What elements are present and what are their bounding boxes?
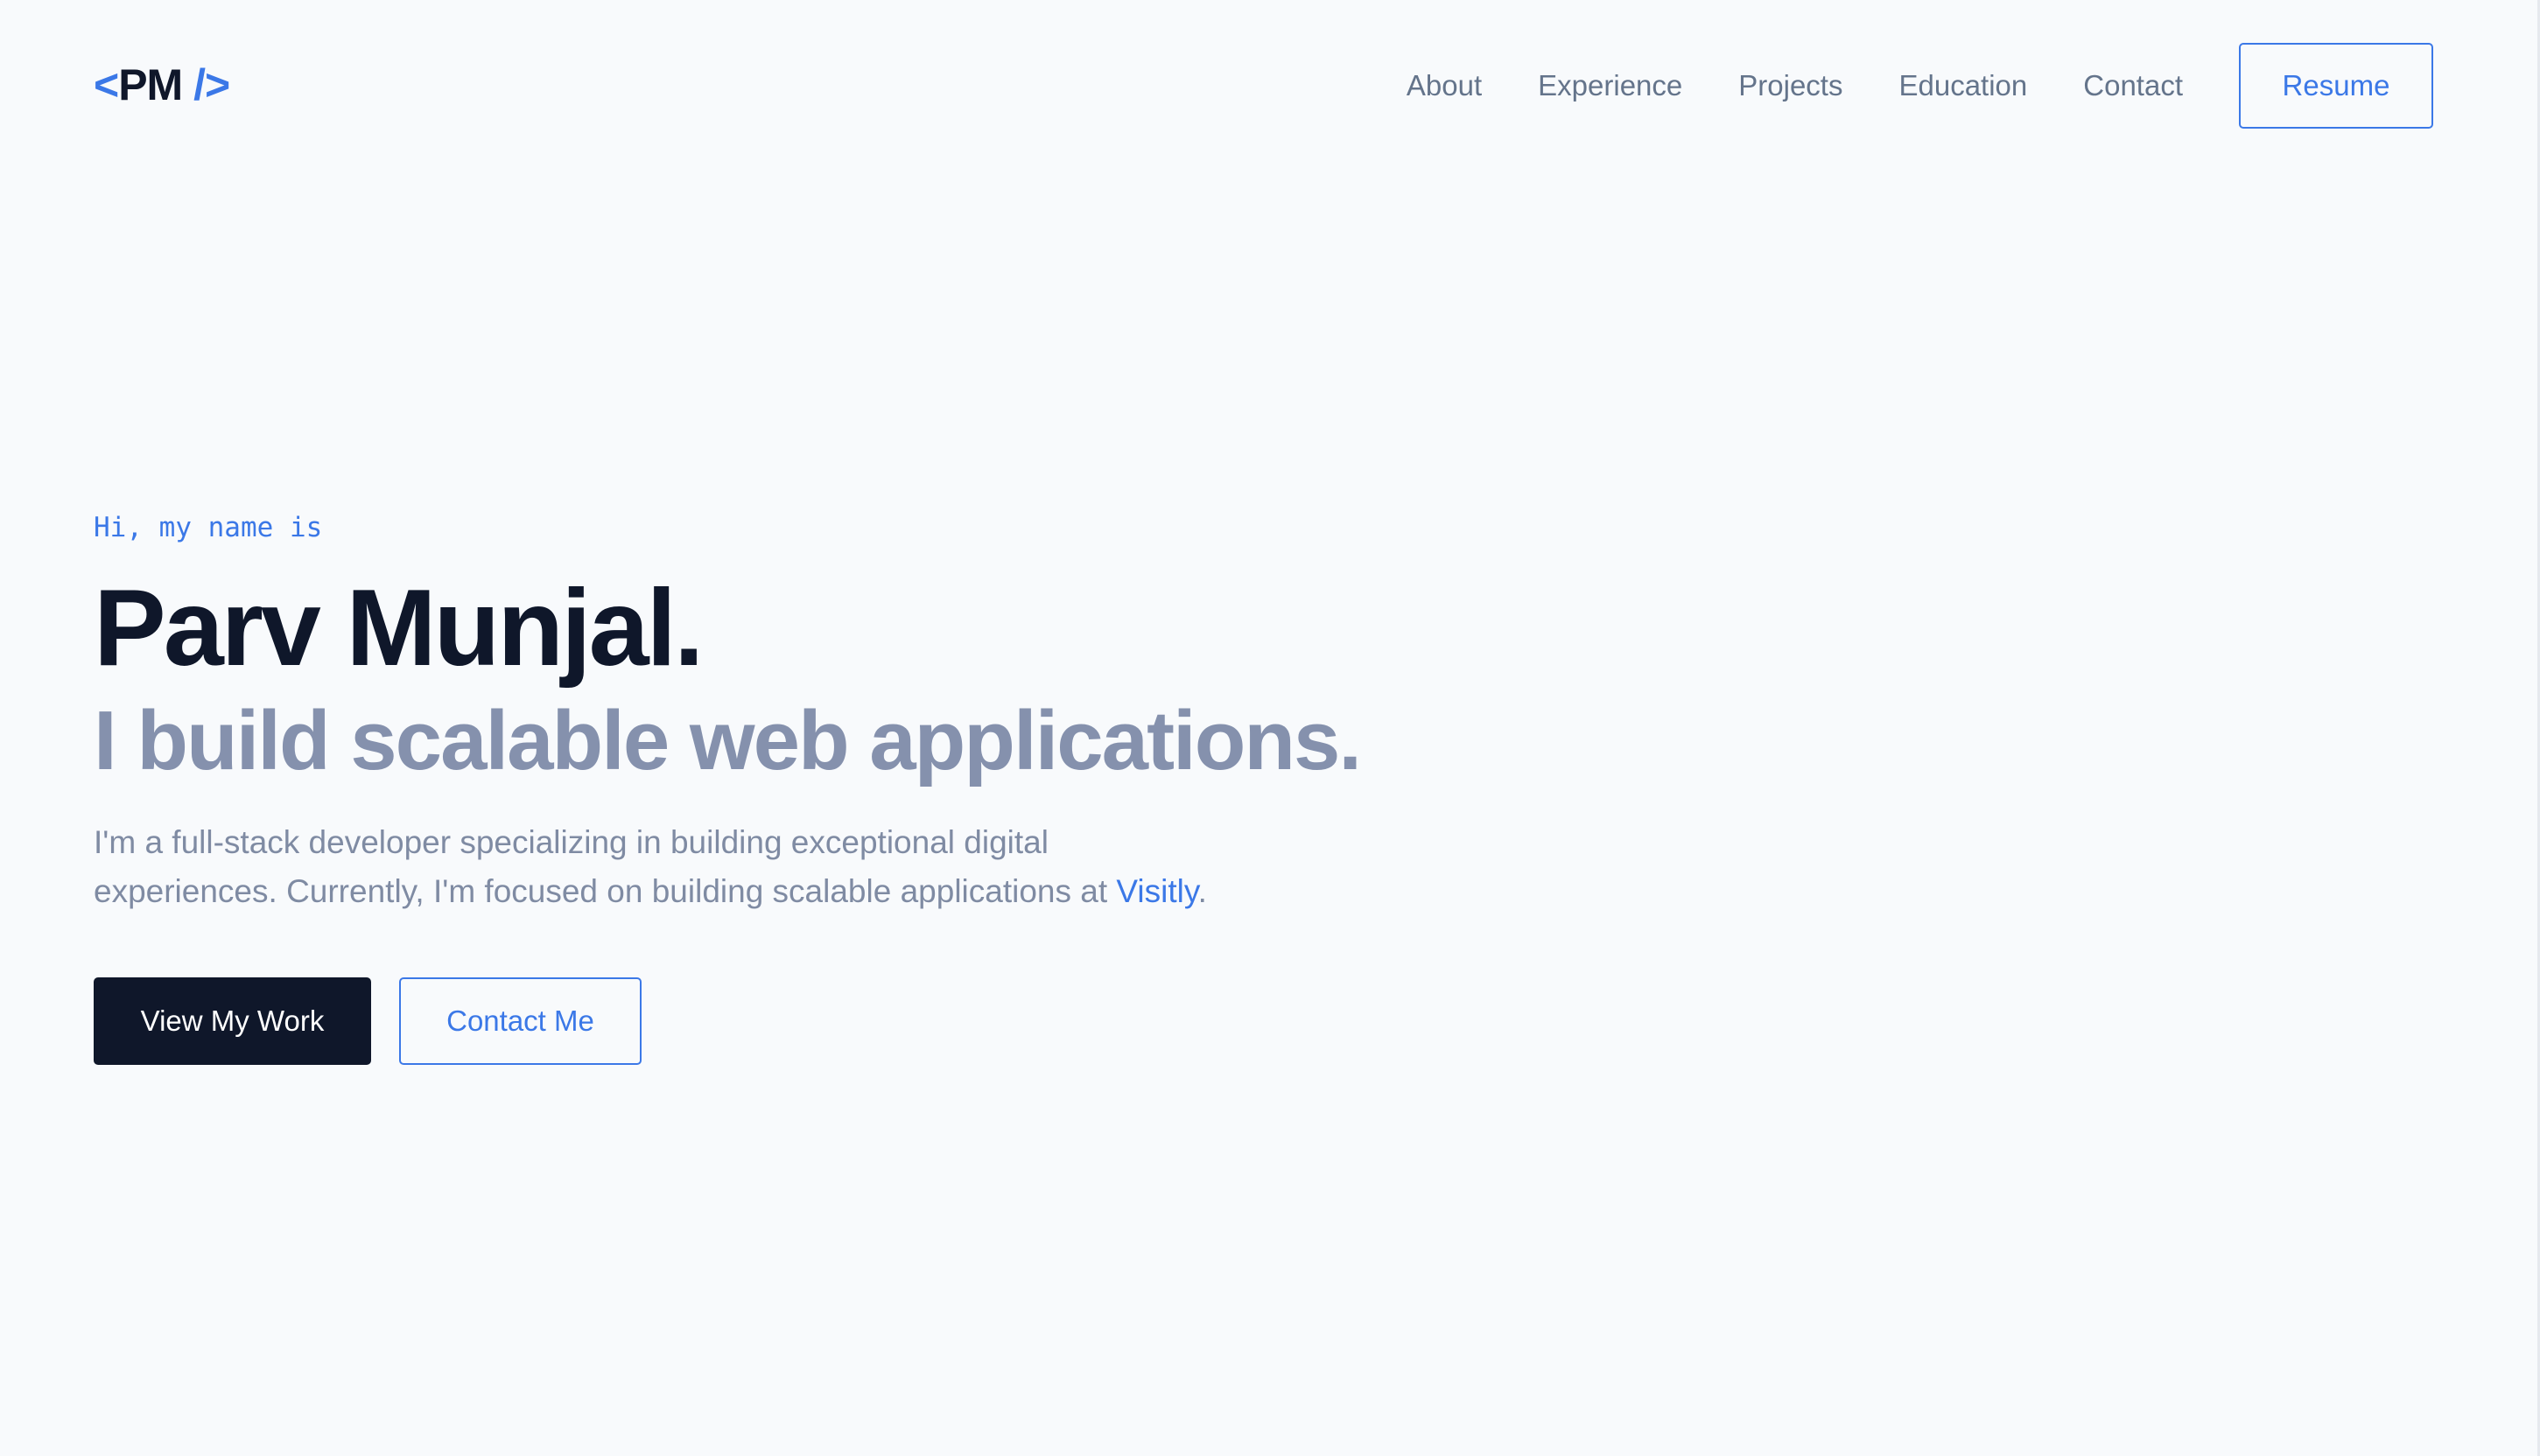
contact-me-button[interactable]: Contact Me	[399, 977, 642, 1065]
view-my-work-button[interactable]: View My Work	[94, 977, 371, 1065]
hero-bio: I'm a full-stack developer specializing …	[94, 818, 1214, 916]
top-navigation: <PM /> About Experience Projects Educati…	[0, 0, 2540, 172]
logo[interactable]: <PM />	[94, 57, 230, 113]
company-link[interactable]: Visitly	[1116, 873, 1197, 909]
hero-greeting: Hi, my name is	[94, 512, 323, 543]
hero-tagline: I build scalable web applications.	[94, 694, 1362, 788]
hero-bio-end: .	[1197, 873, 1207, 909]
cta-row: View My Work Contact Me	[94, 977, 1582, 1065]
logo-close-bracket: />	[182, 60, 230, 109]
hero-bio-text: I'm a full-stack developer specializing …	[94, 824, 1117, 909]
nav-links: About Experience Projects Education Cont…	[1407, 42, 2433, 130]
nav-link-education[interactable]: Education	[1898, 69, 2027, 102]
logo-open-bracket: <	[94, 60, 119, 109]
logo-initials: PM	[118, 60, 183, 109]
resume-button[interactable]: Resume	[2239, 43, 2433, 129]
hero-section: Hi, my name is Parv Munjal. I build scal…	[94, 503, 1582, 1065]
nav-link-experience[interactable]: Experience	[1538, 69, 1682, 102]
nav-link-contact[interactable]: Contact	[2083, 69, 2183, 102]
nav-link-projects[interactable]: Projects	[1738, 69, 1842, 102]
hero-name: Parv Munjal.	[94, 568, 704, 689]
nav-link-about[interactable]: About	[1407, 69, 1482, 102]
